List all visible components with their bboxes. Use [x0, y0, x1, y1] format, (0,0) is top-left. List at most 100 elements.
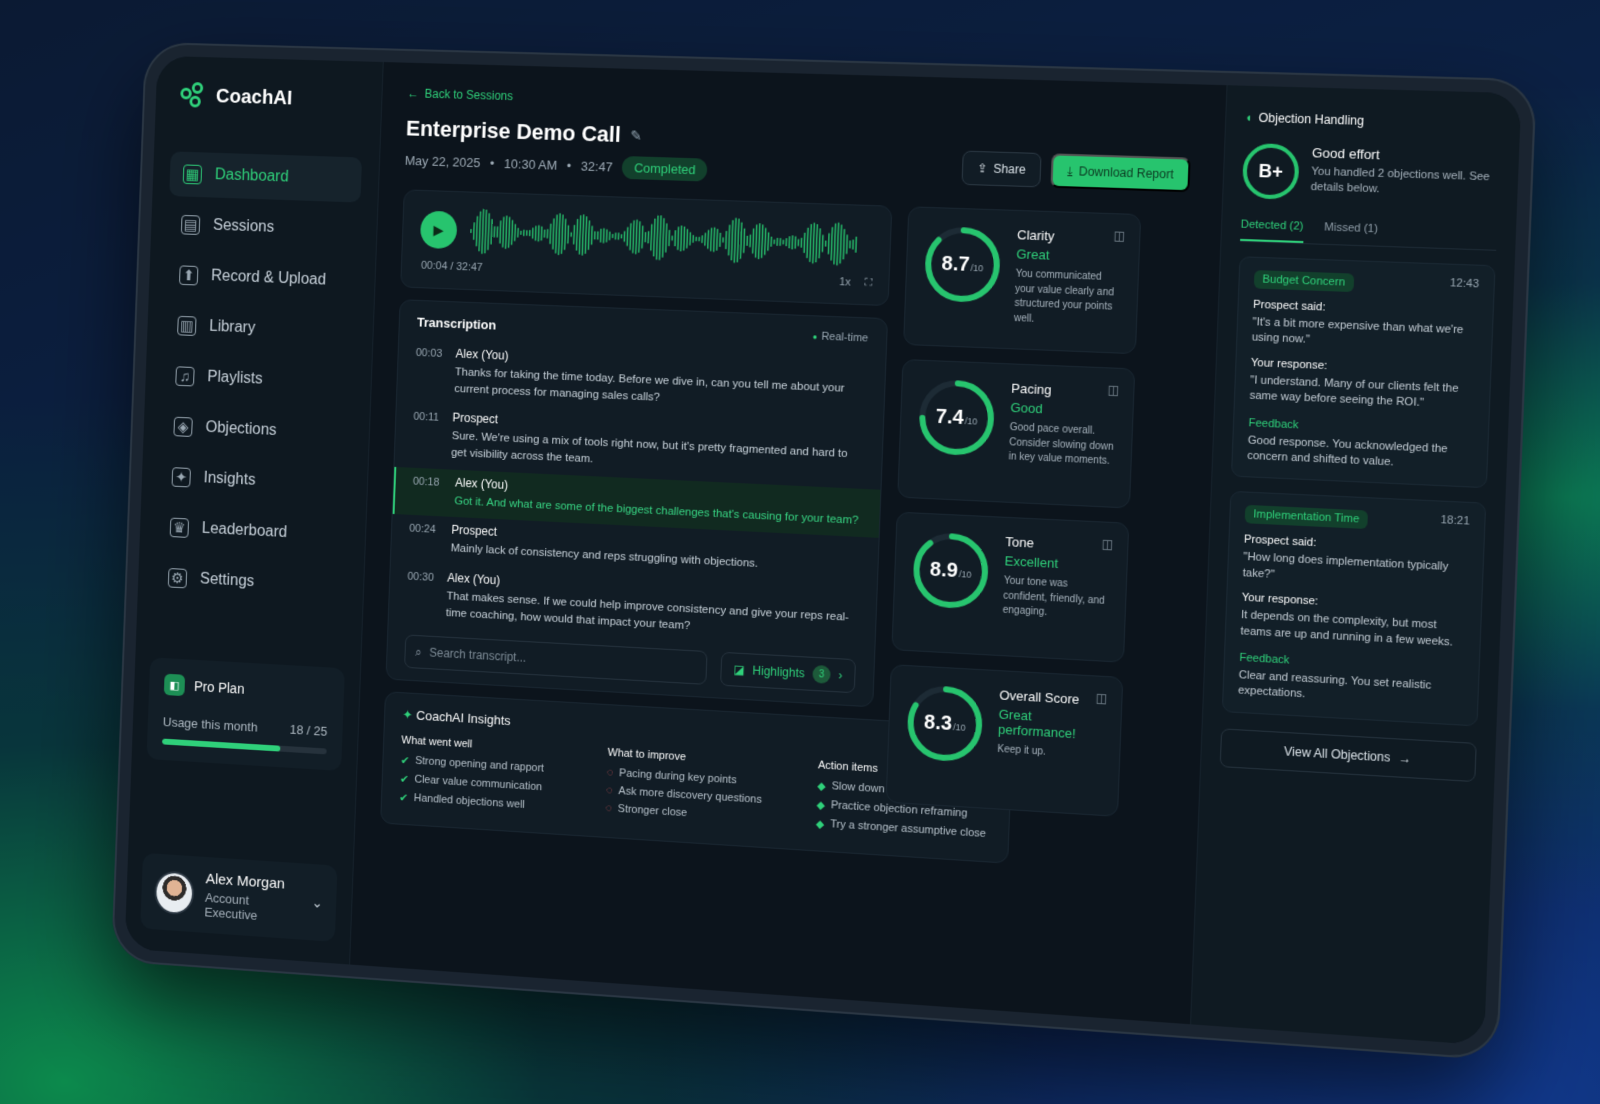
- waveform-bar: [836, 223, 839, 266]
- dashboard-icon: ▦: [183, 164, 202, 184]
- waveform-bar: [783, 240, 785, 245]
- waveform-bar: [849, 241, 851, 249]
- waveform-bar: [791, 235, 793, 249]
- sessions-icon: ▤: [181, 215, 200, 235]
- waveform-bar: [494, 226, 496, 237]
- bookmark-icon[interactable]: ◫: [1107, 383, 1119, 398]
- objection-time: 12:43: [1449, 277, 1479, 297]
- sidebar-item-label: Sessions: [213, 217, 275, 237]
- waveform-bar: [798, 239, 800, 246]
- objection-panel: ◖ Objection Handling B+ Good effort You ha…: [1190, 85, 1521, 1045]
- bookmark-icon[interactable]: ◫: [1101, 537, 1113, 552]
- tab-detected[interactable]: Detected (2): [1240, 218, 1304, 243]
- waveform-bar: [478, 211, 481, 251]
- highlights-count: 3: [812, 665, 831, 684]
- app-name: CoachAI: [216, 85, 293, 110]
- sidebar-item-record-upload[interactable]: ⬆ Record & Upload: [165, 252, 358, 304]
- view-all-objections-button[interactable]: View All Objections →: [1220, 728, 1477, 782]
- waveform-bar: [731, 220, 734, 260]
- waveform-bar: [743, 228, 745, 253]
- sidebar-item-sessions[interactable]: ▤ Sessions: [167, 202, 360, 254]
- waveform-bar: [761, 225, 764, 258]
- bookmark-icon[interactable]: ◫: [1095, 691, 1107, 706]
- insight-text: Strong opening and rapport: [415, 755, 544, 776]
- transcript-messages: 00:03 Alex (You) Thanks for taking the tim…: [388, 338, 885, 652]
- score-description: Good pace overall. Consider slowing down…: [1008, 421, 1115, 470]
- library-icon: ▥: [177, 316, 196, 336]
- waveform-bar: [517, 228, 519, 237]
- objection-card[interactable]: Implementation Time 18:21 Prospect said: "H…: [1222, 491, 1486, 726]
- play-button[interactable]: ▶: [420, 211, 458, 250]
- download-report-button[interactable]: ⤓ Download Report: [1050, 153, 1190, 192]
- waveform[interactable]: [469, 206, 862, 270]
- share-button[interactable]: ⇪ Share: [961, 151, 1041, 188]
- objection-tabs: Detected (2) Missed (1): [1240, 218, 1497, 250]
- sidebar-item-insights[interactable]: ✦ Insights: [158, 454, 351, 508]
- waveform-bar: [767, 232, 769, 251]
- grade-text: You handled 2 objections well. See detai…: [1310, 164, 1499, 202]
- tab-missed[interactable]: Missed (1): [1324, 221, 1378, 245]
- waveform-bar: [822, 235, 824, 252]
- record-icon: ⬆: [179, 265, 198, 285]
- highlights-button[interactable]: ◪ Highlights 3 ›: [720, 652, 856, 693]
- sidebar-item-leaderboard[interactable]: ♛ Leaderboard: [156, 504, 349, 558]
- waveform-bar: [470, 229, 471, 233]
- play-icon: ▶: [433, 221, 444, 238]
- sidebar-item-label: Leaderboard: [201, 520, 287, 542]
- sidebar-item-settings[interactable]: ⚙ Settings: [154, 555, 347, 610]
- objection-grade: B+: [1242, 143, 1300, 200]
- plan-icon: ◧: [164, 674, 185, 697]
- user-menu[interactable]: Alex Morgan Account Executive ⌄: [140, 853, 337, 942]
- score-value-wrap: 8.3/10: [904, 682, 985, 765]
- waveform-bar: [647, 231, 649, 243]
- bookmark-icon[interactable]: ◫: [1113, 228, 1125, 243]
- waveform-bar: [683, 226, 685, 250]
- download-icon: ⤓: [1067, 163, 1073, 178]
- insight-text: Stronger close: [618, 803, 688, 819]
- waveform-bar: [505, 216, 508, 249]
- waveform-bar: [671, 236, 673, 241]
- waveform-bar: [538, 225, 540, 241]
- status-badge: Completed: [622, 156, 708, 182]
- sidebar-item-label: Dashboard: [215, 166, 289, 186]
- waveform-bar: [710, 228, 712, 251]
- waveform-bar: [541, 226, 543, 240]
- score-info: Overall Score Great performance! Keep it u…: [996, 687, 1106, 798]
- usage-label: Usage this month: [163, 714, 258, 734]
- search-input[interactable]: ⌕ Search transcript...: [404, 635, 707, 685]
- insight-text: Ask more discovery questions: [618, 785, 762, 806]
- objection-icon: ◖: [1245, 110, 1253, 125]
- waveform-bar: [668, 230, 670, 246]
- logo[interactable]: CoachAI: [180, 82, 365, 115]
- objection-card[interactable]: Budget Concern 12:43 Prospect said: "It's a…: [1231, 256, 1496, 488]
- score-name: Clarity: [1017, 227, 1123, 246]
- audio-player: ▶ 00:04 / 32:47 1x ⛶: [400, 189, 892, 306]
- sidebar-item-objections[interactable]: ◈ Objections: [160, 404, 353, 457]
- edit-icon[interactable]: ✎: [630, 127, 642, 144]
- waveform-bar: [701, 235, 703, 243]
- insights-icon: ✦: [172, 467, 191, 487]
- waveform-bar: [749, 235, 751, 248]
- sidebar-item-library[interactable]: ▥ Library: [164, 303, 357, 356]
- download-label: Download Report: [1079, 164, 1174, 181]
- score-max: /10: [964, 416, 977, 427]
- objection-time: 18:21: [1440, 514, 1470, 534]
- sidebar-item-dashboard[interactable]: ▦ Dashboard: [169, 151, 362, 202]
- waveform-bar: [618, 233, 620, 240]
- waveform-bar: [650, 224, 652, 251]
- coachai-logo-icon: [180, 82, 207, 110]
- session-title: Enterprise Demo Call: [406, 116, 622, 148]
- waveform-bar: [555, 215, 558, 254]
- message-time: 00:18: [412, 473, 442, 508]
- objection-tag: Implementation Time: [1245, 505, 1368, 529]
- insights-title: CoachAI Insights: [416, 708, 511, 728]
- waveform-bar: [582, 214, 585, 255]
- waveform-bar: [523, 230, 525, 236]
- sidebar-item-playlists[interactable]: ♫ Playlists: [162, 353, 355, 406]
- waveform-bar: [606, 229, 608, 242]
- waveform-bar: [806, 228, 809, 258]
- waveform-bar: [794, 236, 796, 248]
- fullscreen-icon[interactable]: ⛶: [864, 277, 872, 290]
- speed-control[interactable]: 1x: [839, 276, 851, 289]
- waveform-bar: [641, 226, 643, 249]
